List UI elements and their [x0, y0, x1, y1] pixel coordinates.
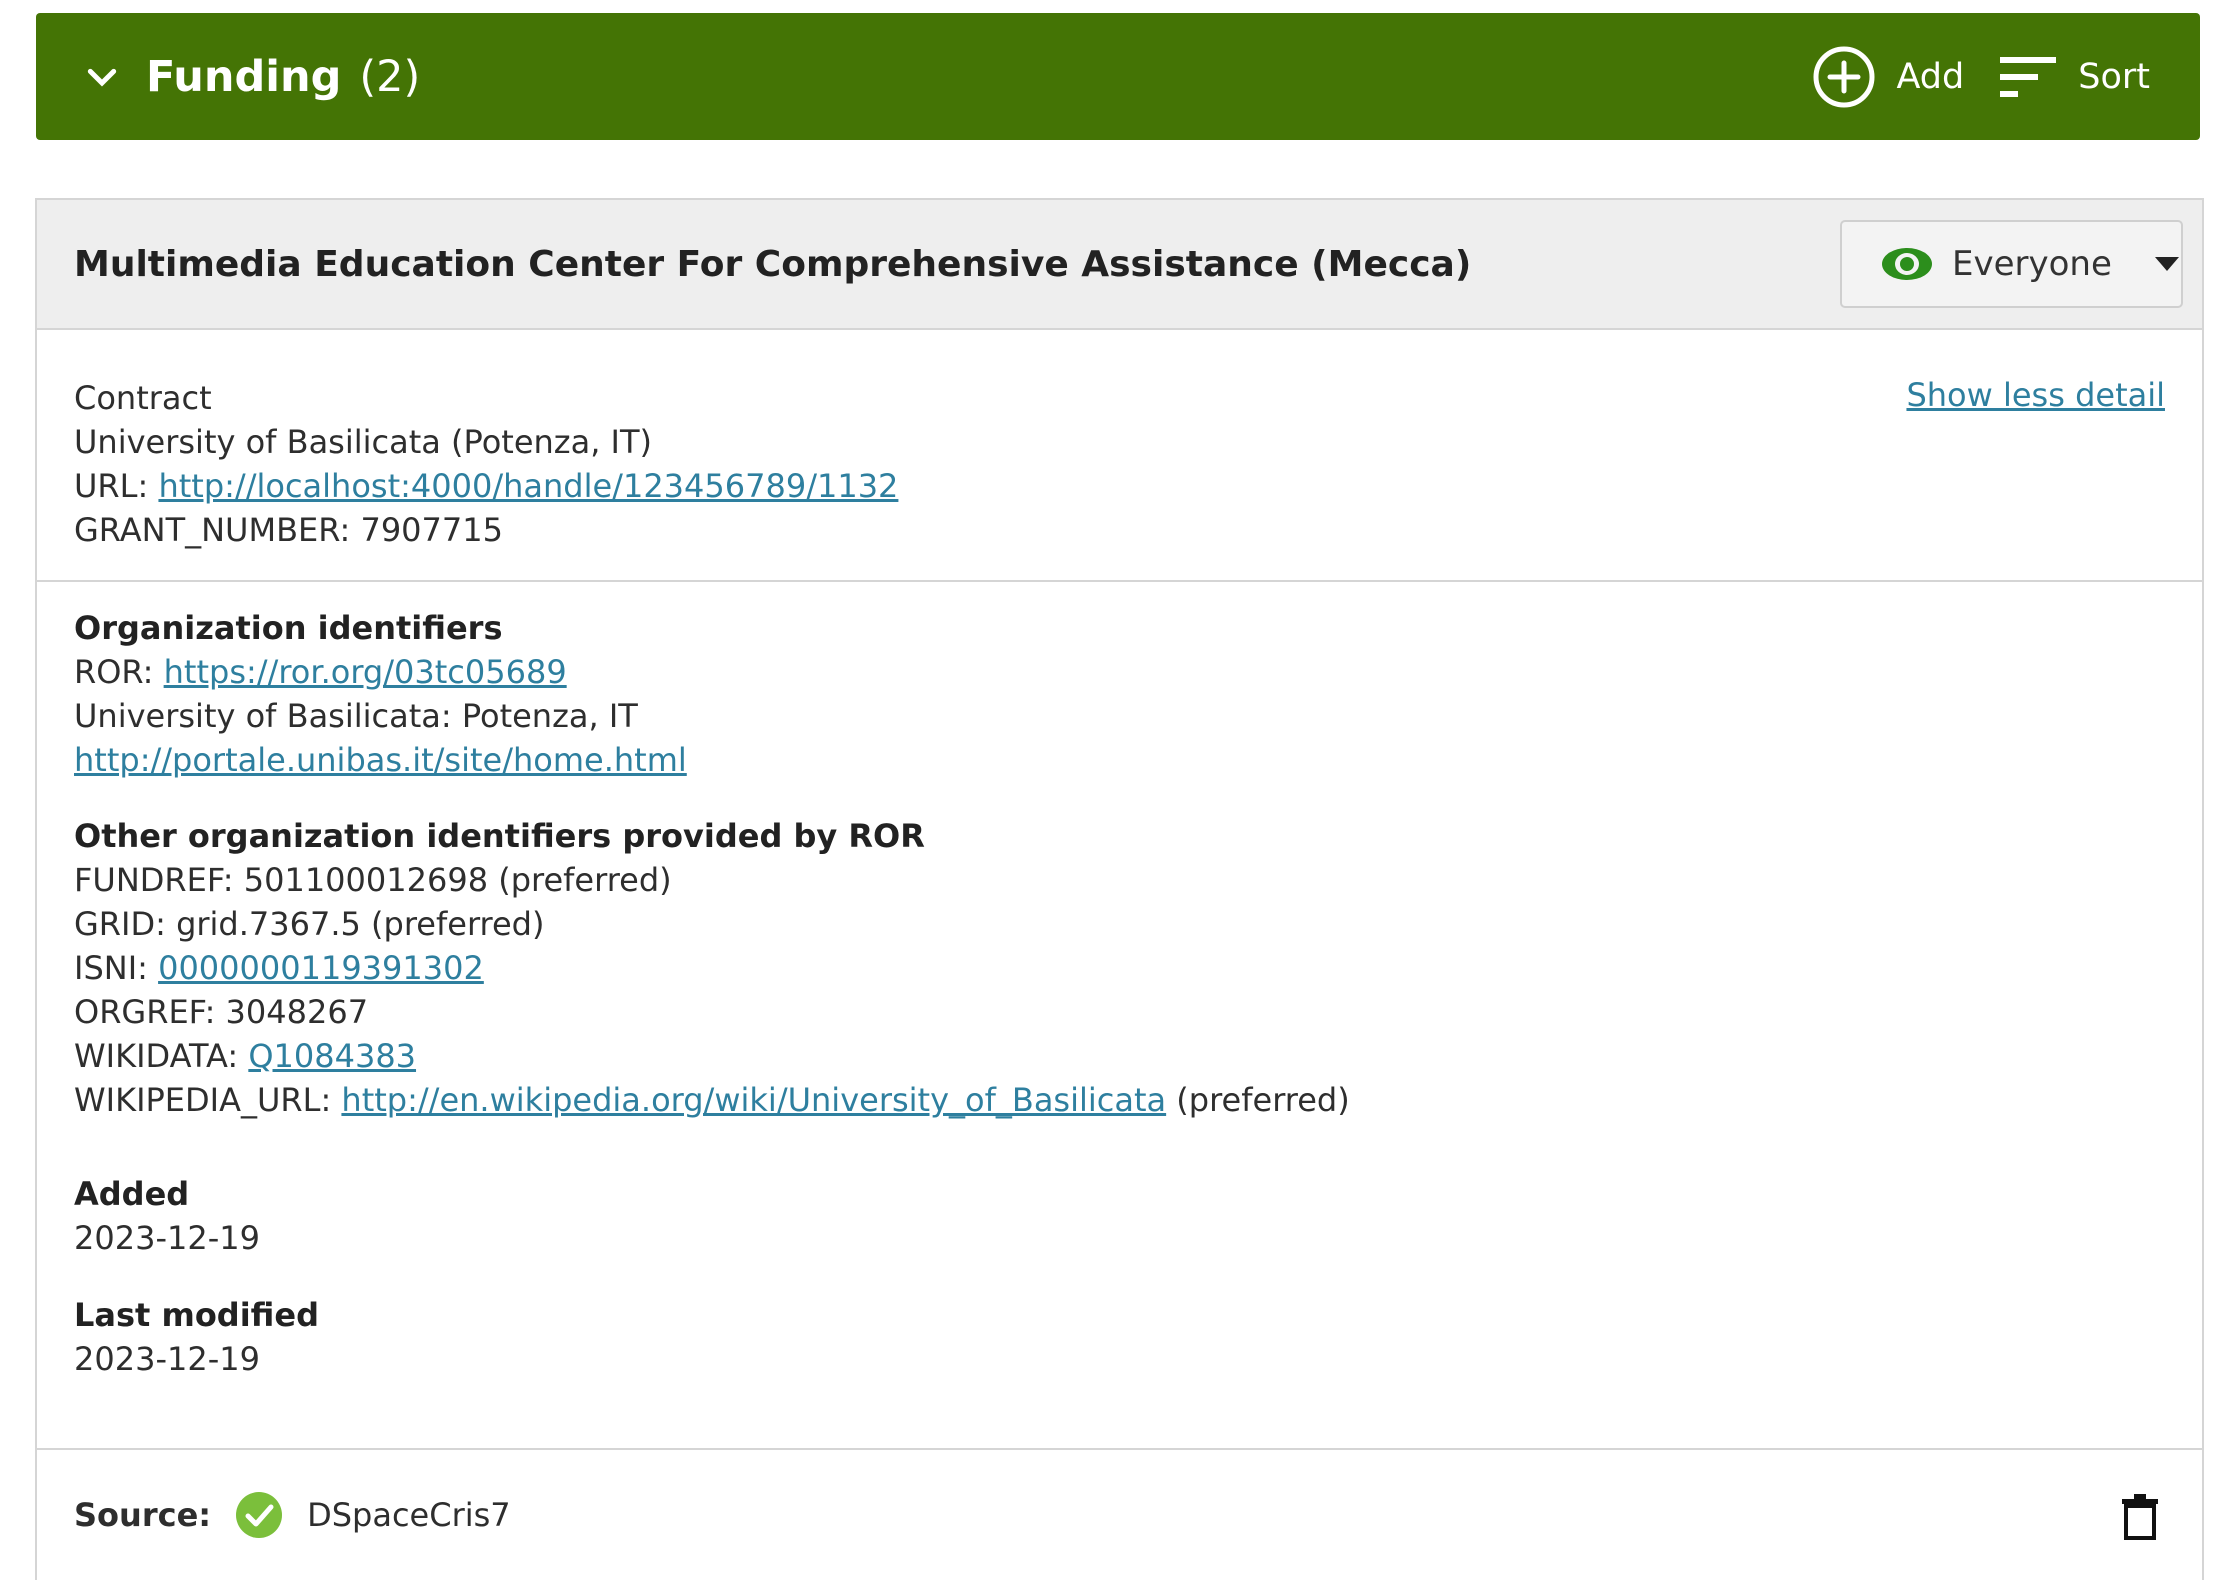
eye-icon	[1882, 248, 1932, 280]
isni-link[interactable]: 0000000119391302	[158, 949, 484, 987]
isni-label: ISNI:	[74, 949, 148, 987]
wikipedia-row: WIKIPEDIA_URL: http://en.wikipedia.org/w…	[74, 1078, 1350, 1122]
funding-summary: Contract University of Basilicata (Poten…	[37, 330, 2202, 582]
orgref-row: ORGREF: 3048267	[74, 993, 369, 1031]
sort-button[interactable]: Sort	[2000, 55, 2150, 99]
source-label: Source:	[74, 1496, 212, 1534]
ror-row: ROR: https://ror.org/03tc05689	[74, 650, 687, 694]
sort-label: Sort	[2078, 56, 2150, 97]
source-row: Source: DSpaceCris7	[74, 1450, 511, 1580]
check-circle-icon	[236, 1492, 283, 1538]
grant-number: GRANT_NUMBER: 7907715	[74, 511, 503, 549]
ror-link[interactable]: https://ror.org/03tc05689	[164, 653, 567, 691]
wikidata-label: WIKIDATA:	[74, 1037, 239, 1075]
org-identifiers-heading: Organization identifiers	[74, 609, 503, 647]
wikipedia-link[interactable]: http://en.wikipedia.org/wiki/University_…	[341, 1081, 1166, 1119]
card-header: Multimedia Education Center For Comprehe…	[37, 200, 2202, 330]
visibility-label: Everyone	[1952, 244, 2112, 284]
funding-type: Contract	[74, 379, 212, 417]
org-site-link[interactable]: http://portale.unibas.it/site/home.html	[74, 741, 687, 779]
other-identifiers-heading: Other organization identifiers provided …	[74, 817, 925, 855]
wikidata-link[interactable]: Q1084383	[248, 1037, 416, 1075]
funding-section-header[interactable]: Funding (2) Add Sort	[36, 13, 2200, 140]
section-title: Funding (2)	[146, 13, 420, 140]
source-value: DSpaceCris7	[307, 1496, 511, 1534]
add-label: Add	[1896, 56, 1965, 97]
add-button[interactable]: Add	[1812, 45, 1964, 109]
other-identifiers-block: Other organization identifiers provided …	[74, 814, 1350, 1122]
visibility-dropdown[interactable]: Everyone	[1840, 220, 2183, 308]
wikidata-row: WIKIDATA: Q1084383	[74, 1034, 1350, 1078]
show-less-detail-link[interactable]: Show less detail	[1906, 376, 2165, 414]
added-block: Added 2023-12-19	[74, 1172, 260, 1260]
add-circle-icon	[1813, 46, 1875, 107]
modified-block: Last modified 2023-12-19	[74, 1293, 319, 1381]
funding-title: Multimedia Education Center For Comprehe…	[74, 243, 1472, 285]
header-actions: Add Sort	[1812, 13, 2150, 140]
grid-row: GRID: grid.7367.5 (preferred)	[74, 905, 545, 943]
sort-icon	[2000, 56, 2057, 97]
wikipedia-label: WIKIPEDIA_URL:	[74, 1081, 332, 1119]
funding-org: University of Basilicata (Potenza, IT)	[74, 423, 652, 461]
funding-url-row: URL: http://localhost:4000/handle/123456…	[74, 464, 898, 508]
caret-down-icon	[2154, 257, 2179, 271]
chevron-down-icon[interactable]	[82, 58, 122, 98]
url-label: URL:	[74, 467, 149, 505]
trash-icon[interactable]	[2122, 1494, 2158, 1540]
card-footer: Source: DSpaceCris7	[37, 1450, 2202, 1580]
funding-details: Organization identifiers ROR: https://ro…	[37, 582, 2202, 1450]
org-identifiers-block: Organization identifiers ROR: https://ro…	[74, 606, 687, 782]
isni-row: ISNI: 0000000119391302	[74, 946, 1350, 990]
wikipedia-suffix: (preferred)	[1176, 1081, 1350, 1119]
added-date: 2023-12-19	[74, 1219, 260, 1257]
section-title-text: Funding	[146, 51, 342, 102]
modified-heading: Last modified	[74, 1296, 319, 1334]
funding-card: Multimedia Education Center For Comprehe…	[35, 198, 2204, 1580]
section-count: (2)	[359, 51, 421, 102]
org-location: University of Basilicata: Potenza, IT	[74, 697, 638, 735]
modified-date: 2023-12-19	[74, 1340, 260, 1378]
funding-url-link[interactable]: http://localhost:4000/handle/123456789/1…	[158, 467, 898, 505]
fundref-row: FUNDREF: 501100012698 (preferred)	[74, 861, 672, 899]
added-heading: Added	[74, 1175, 190, 1213]
ror-label: ROR:	[74, 653, 154, 691]
